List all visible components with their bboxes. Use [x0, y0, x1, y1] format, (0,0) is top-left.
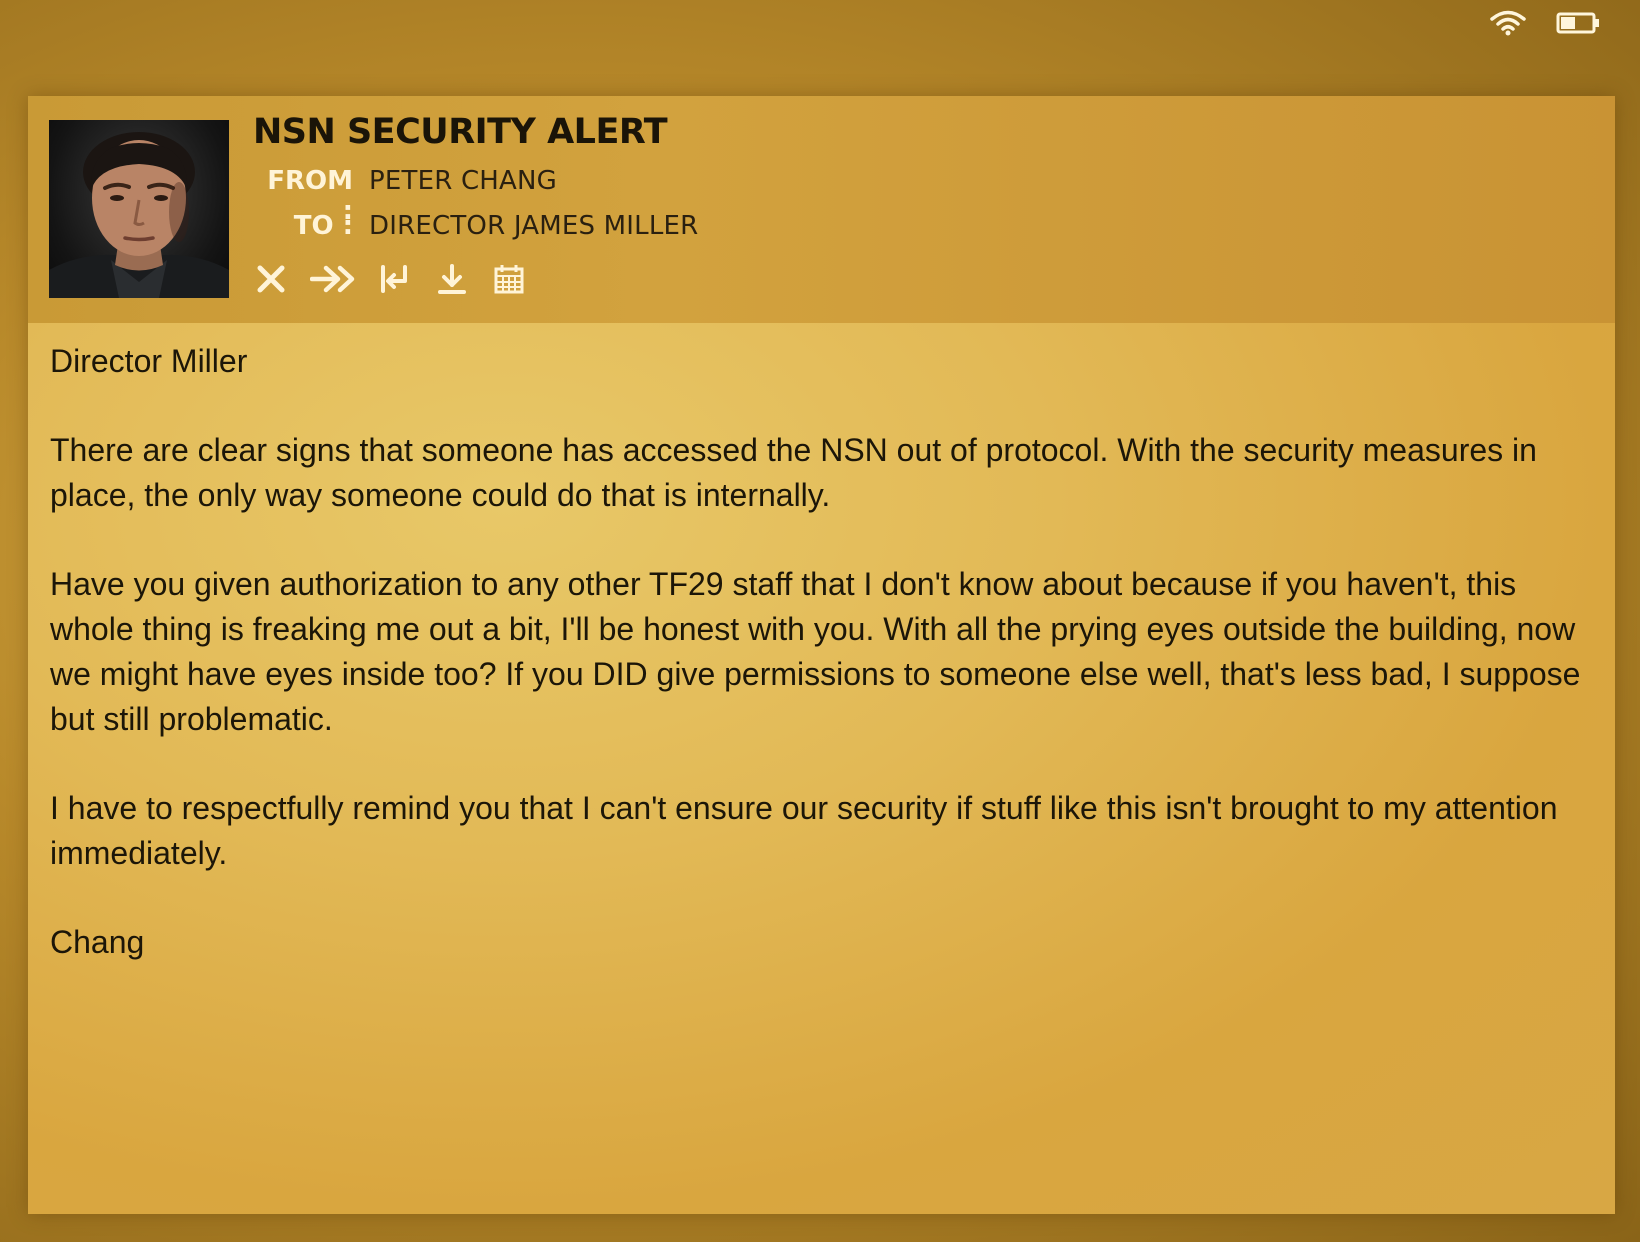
forward-icon [310, 264, 356, 294]
close-button[interactable] [253, 261, 289, 297]
calendar-button[interactable] [491, 261, 527, 297]
sender-avatar [49, 120, 229, 298]
to-label: TO : [293, 211, 353, 241]
email-subject: NSN SECURITY ALERT [253, 112, 668, 152]
calendar-icon [493, 263, 525, 295]
reply-button[interactable] [377, 261, 413, 297]
to-value: DIRECTOR JAMES MILLER [369, 211, 699, 241]
forward-button[interactable] [310, 261, 356, 297]
close-icon [256, 264, 286, 294]
email-window: NSN SECURITY ALERT FROM : PETER CHANG TO… [28, 96, 1615, 1214]
from-value: PETER CHANG [369, 166, 558, 196]
email-greeting: Director Miller [50, 343, 248, 379]
email-header: NSN SECURITY ALERT FROM : PETER CHANG TO… [28, 96, 1615, 323]
status-bar [1490, 6, 1600, 40]
download-icon [436, 263, 468, 295]
to-row: TO : DIRECTOR JAMES MILLER [253, 211, 699, 241]
email-paragraph: I have to respectfully remind you that I… [50, 790, 1558, 871]
email-toolbar [253, 261, 527, 297]
download-button[interactable] [434, 261, 470, 297]
reply-icon [379, 263, 411, 295]
email-paragraph: Have you given authorization to any othe… [50, 566, 1581, 737]
email-body: Director Miller There are clear signs th… [28, 323, 1615, 1214]
wifi-icon [1490, 10, 1526, 36]
email-paragraph: There are clear signs that someone has a… [50, 432, 1537, 513]
email-signature: Chang [50, 924, 145, 960]
battery-icon [1556, 11, 1600, 35]
